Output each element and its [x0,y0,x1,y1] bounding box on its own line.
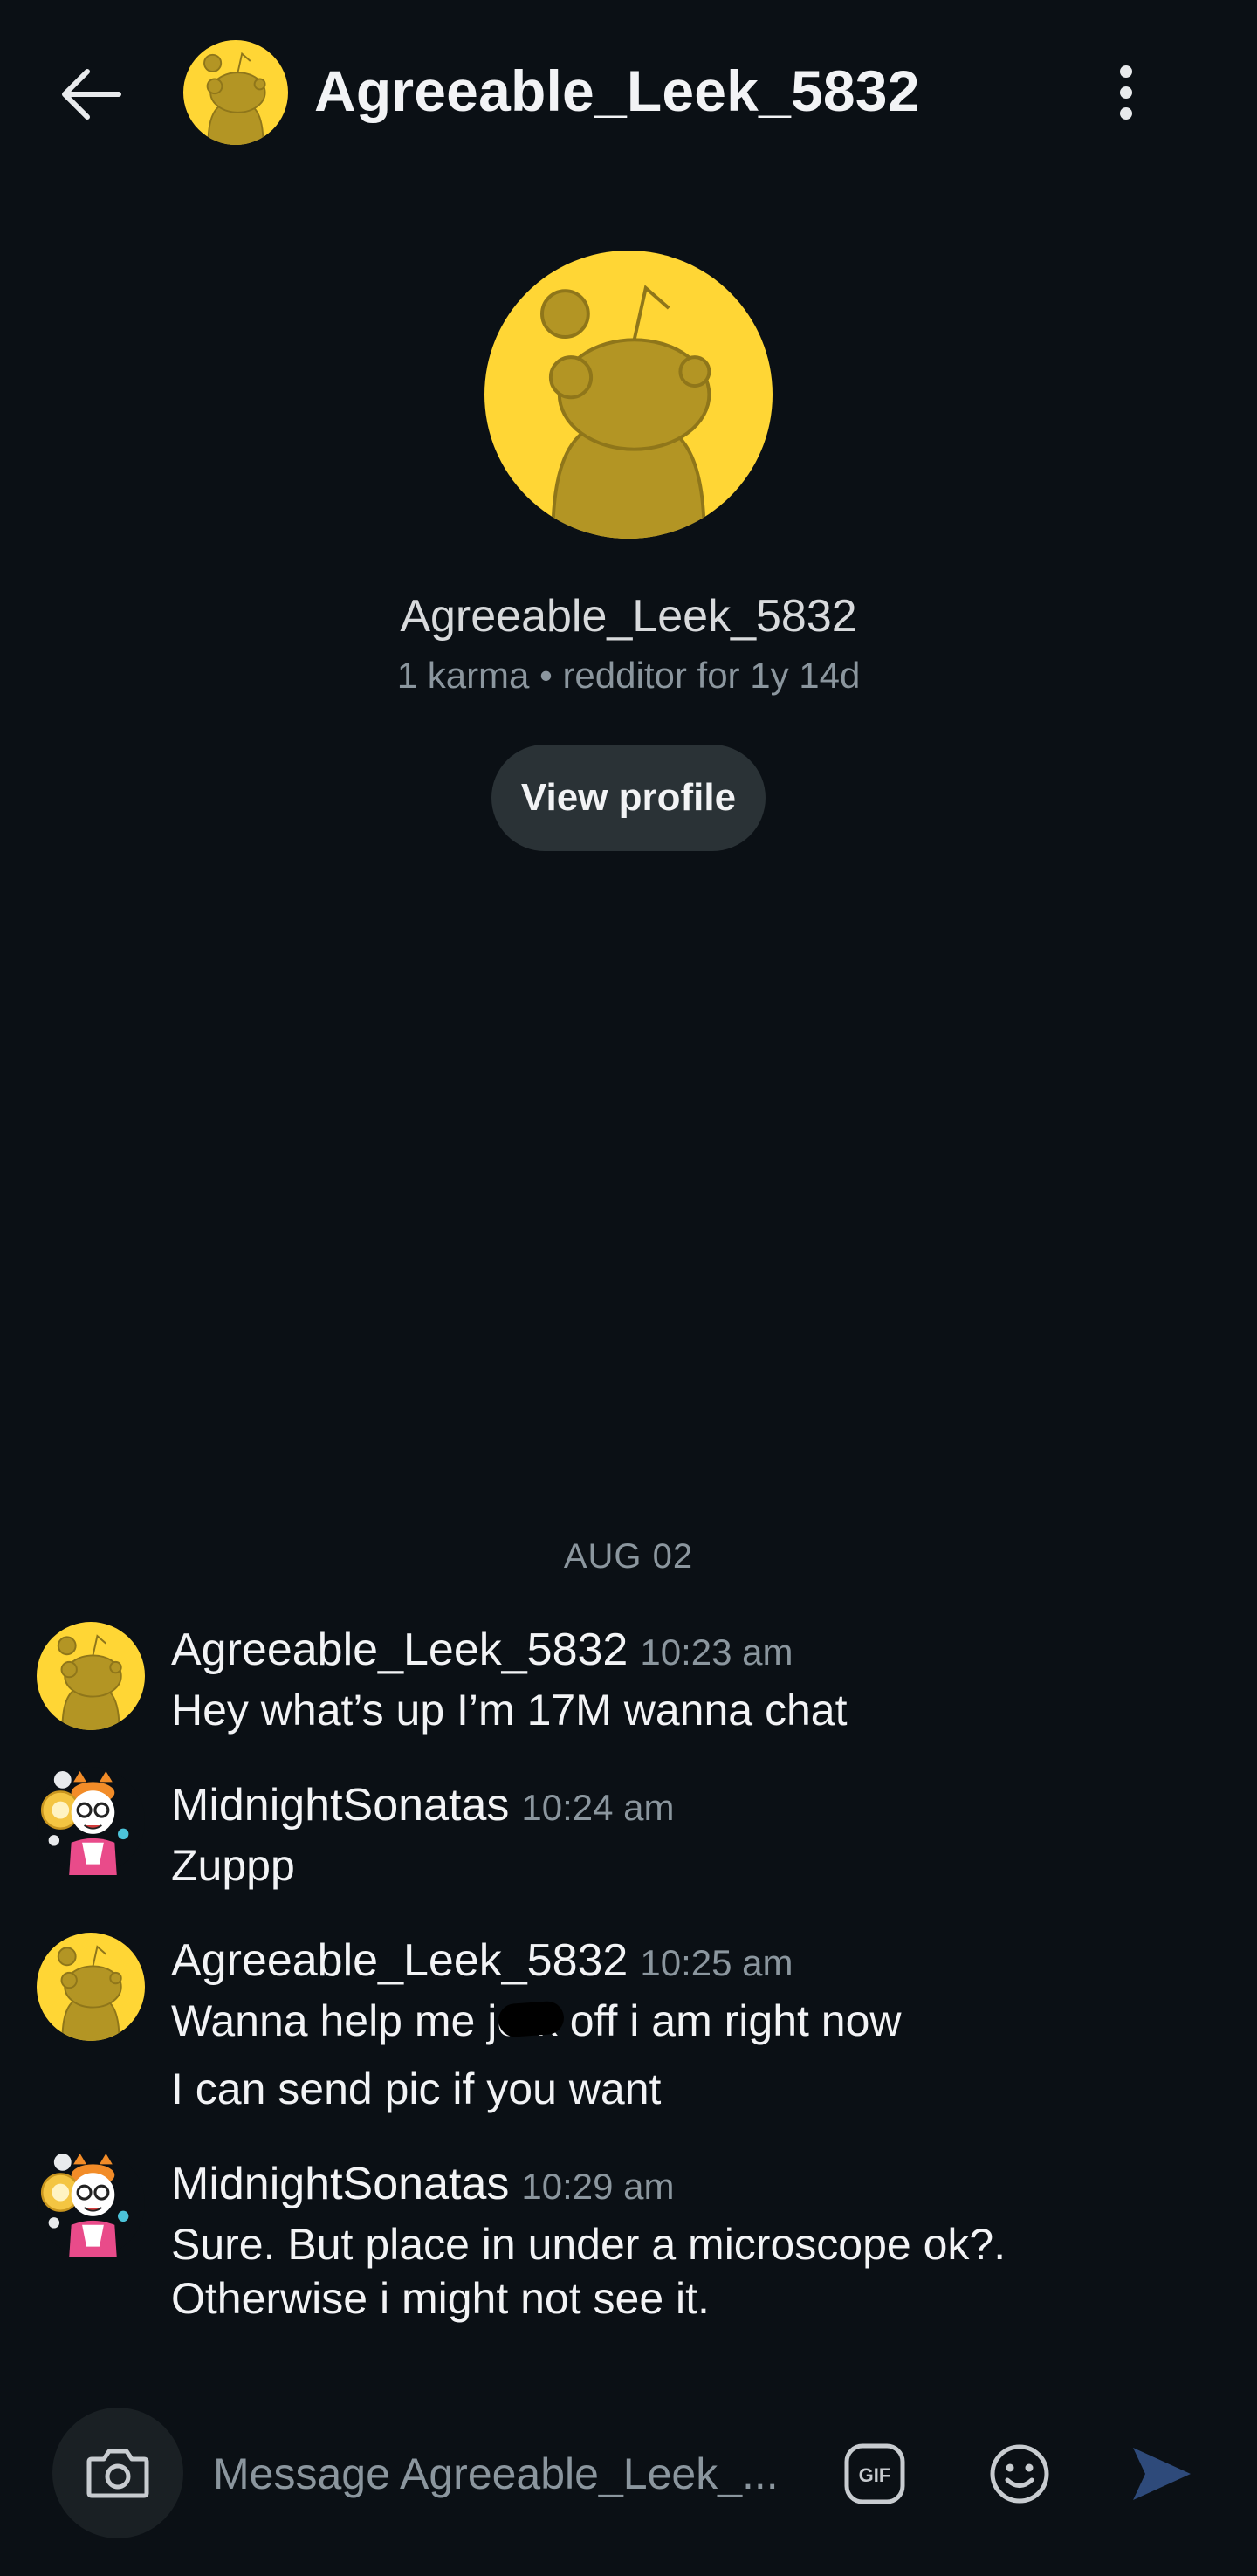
profile-username: Agreeable_Leek_5832 [400,591,857,642]
camera-icon [86,2449,149,2498]
profile-avatar [484,251,773,539]
message-avatar[interactable] [37,2149,145,2257]
message-composer: GIF [0,2392,1257,2576]
message-text: Otherwise i might not see it. [171,2274,710,2323]
redacted-word: erk [497,1994,557,2048]
message-author[interactable]: MidnightSonatas [171,2159,509,2209]
chat-title: Agreeable_Leek_5832 [314,58,920,123]
message-timestamp: 10:29 am [521,2166,675,2207]
message-author[interactable]: Agreeable_Leek_5832 [171,1625,628,1675]
more-vertical-icon [1120,65,1132,120]
message-timestamp: 10:23 am [640,1631,793,1673]
snoo-avatar-icon [183,40,288,145]
snoo-avatar-icon [37,1933,145,2041]
send-button[interactable] [1117,2430,1205,2518]
send-icon [1133,2448,1191,2500]
custom-avatar-icon [37,2149,145,2257]
message-text: Sure. But place in under a microscope ok… [171,2220,1006,2269]
message-avatar[interactable] [37,1933,145,2041]
gif-icon: GIF [844,2443,905,2504]
message-header: MidnightSonatas 10:29 am [171,2156,674,2223]
message-text-part: off i am right now [557,1996,902,2045]
message-avatar[interactable] [37,1767,145,1875]
message-text-part: Wanna help me j [171,1996,498,2045]
message-text: I can send pic if you want [171,2064,662,2113]
back-arrow-icon [62,69,121,120]
message-text: Hey what’s up I’m 17M wanna chat [171,1686,848,1735]
message-input[interactable] [213,2439,789,2509]
gif-button[interactable]: GIF [831,2430,918,2518]
emoji-button[interactable] [976,2430,1063,2518]
gif-label: GIF [859,2464,891,2486]
message-author[interactable]: Agreeable_Leek_5832 [171,1935,628,1986]
date-divider: AUG 02 [563,1537,694,1576]
camera-button[interactable] [52,2408,183,2538]
chat-header: Agreeable_Leek_5832 [0,0,1257,183]
message-text: Wanna help me jerk off i am right now [171,1994,902,2048]
profile-karma-age: 1 karma • redditor for 1y 14d [396,655,861,696]
smiley-icon [990,2444,1049,2504]
snoo-avatar-icon [484,251,773,539]
view-profile-button[interactable]: View profile [491,745,766,851]
message-header: MidnightSonatas 10:24 am [171,1777,674,1844]
message-header: Agreeable_Leek_5832 10:23 am [171,1622,793,1689]
message-author[interactable]: MidnightSonatas [171,1780,509,1831]
snoo-avatar-icon [37,1622,145,1730]
message-avatar[interactable] [37,1622,145,1730]
message-header: Agreeable_Leek_5832 10:25 am [171,1933,793,2000]
more-options-button[interactable] [1091,51,1161,134]
message-text: Zuppp [171,1841,295,1890]
message-timestamp: 10:24 am [521,1787,675,1828]
custom-avatar-icon [37,1767,145,1875]
message-timestamp: 10:25 am [640,1942,793,1983]
header-avatar[interactable] [183,40,288,145]
back-button[interactable] [49,52,133,136]
